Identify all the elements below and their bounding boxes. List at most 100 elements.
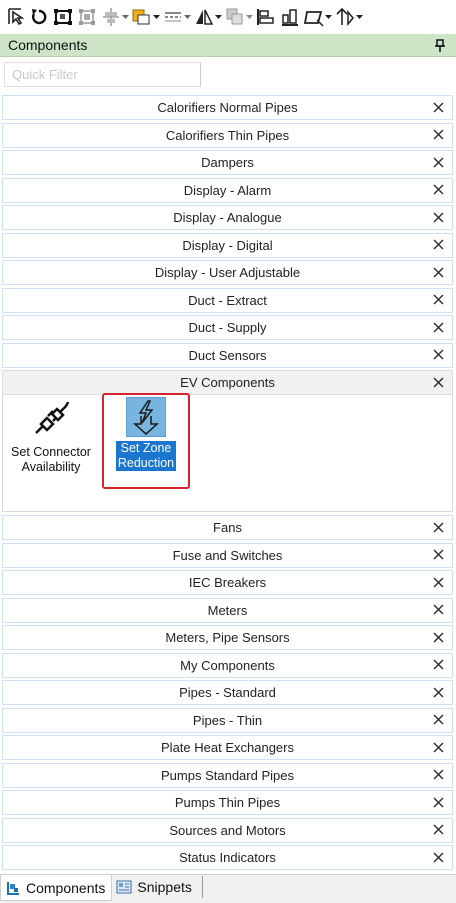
close-icon[interactable] [432,376,444,388]
select-arrow-icon[interactable] [4,4,26,30]
rotate-icon[interactable] [28,4,50,30]
group-label: Calorifiers Thin Pipes [165,127,290,143]
group-header-pumps-standard-pipes[interactable]: Pumps Standard Pipes [2,762,453,788]
group-header-calorifiers-normal-pipes[interactable]: Calorifiers Normal Pipes [2,95,453,120]
close-icon[interactable] [432,741,444,753]
group-header-pipes-standard[interactable]: Pipes - Standard [2,680,453,705]
close-icon[interactable] [432,686,444,698]
group-label: Plate Heat Exchangers [161,740,294,755]
align-left-icon[interactable] [255,4,277,30]
close-icon[interactable] [432,294,444,306]
fill-color-icon[interactable] [131,4,160,30]
close-icon[interactable] [432,769,444,781]
group-header-pumps-thin-pipes[interactable]: Pumps Thin Pipes [2,790,453,815]
panel-title: Components [8,37,88,53]
flip-vertical-icon[interactable] [334,4,363,30]
group-label: Fans [213,520,242,535]
close-icon[interactable] [432,521,444,533]
line-style-icon[interactable] [162,4,191,30]
component-set-zone-reduction[interactable]: Set Zone Reduction [102,393,190,489]
component-label-line2: Reduction [117,456,175,470]
component-set-connector-availability[interactable]: Set Connector Availability [5,397,97,475]
close-icon[interactable] [432,266,444,278]
group-header-display-alarm[interactable]: Display - Alarm [2,177,453,203]
group-label: Calorifiers Normal Pipes [157,100,298,115]
tab-components[interactable]: Components [0,875,113,901]
group-header-duct-extract[interactable]: Duct - Extract [2,287,453,313]
close-icon[interactable] [432,576,444,588]
close-icon[interactable] [432,631,444,643]
group-header-plate-heat-exchangers[interactable]: Plate Heat Exchangers [2,735,453,760]
group-header-dampers[interactable]: Dampers [2,150,453,175]
toolbar [0,0,456,34]
panel-title-bar: Components [0,34,456,57]
group-header-duct-sensors[interactable]: Duct Sensors [2,342,453,368]
bottom-tabs: Components Snippets [0,874,456,903]
close-icon[interactable] [432,184,444,196]
tab-label: Components [26,879,106,896]
tab-snippets[interactable]: Snippets [112,875,197,899]
align-right-icon[interactable] [279,4,301,30]
close-icon[interactable] [432,321,444,333]
group-label: Display - User Adjustable [154,265,301,280]
group-label: Status Indicators [179,850,276,865]
flip-icon[interactable] [193,4,222,30]
close-icon[interactable] [432,714,444,726]
group-label: Meters [207,602,248,618]
group-header-my-components[interactable]: My Components [2,652,453,678]
close-icon[interactable] [432,101,444,113]
components-panel-window: Components Calorifiers Normal PipesCalor… [0,0,456,903]
distribute-icon[interactable] [303,4,332,30]
component-label-line1: Set Connector [11,445,91,459]
close-icon[interactable] [432,796,444,808]
group-label: EV Components [180,375,275,390]
group-header-iec-breakers[interactable]: IEC Breakers [2,570,453,595]
components-icon [5,880,21,896]
snippets-icon [116,879,132,895]
group-header-fuse-and-switches[interactable]: Fuse and Switches [2,542,453,568]
close-icon[interactable] [432,604,444,616]
close-icon[interactable] [432,239,444,251]
quick-filter-input[interactable] [4,62,201,87]
close-icon[interactable] [432,349,444,361]
close-icon[interactable] [432,549,444,561]
filter-row [0,57,456,93]
group-header-display-user-adjustable[interactable]: Display - User Adjustable [2,260,453,285]
close-icon[interactable] [432,211,444,223]
group-header-display-analogue[interactable]: Display - Analogue [2,205,453,230]
pin-icon[interactable] [434,38,446,52]
group-header-sources-and-motors[interactable]: Sources and Motors [2,817,453,843]
group-header-duct-supply[interactable]: Duct - Supply [2,315,453,340]
close-icon[interactable] [432,129,444,141]
group-header-calorifiers-thin-pipes[interactable]: Calorifiers Thin Pipes [2,122,453,148]
group-label: Dampers [201,155,254,170]
component-groups: Calorifiers Normal Pipes Calorifiers Thin… [0,95,456,873]
group-header-fans[interactable]: Fans [2,515,453,540]
group-header-ev-components[interactable]: EV Components [2,370,453,395]
group-label: Display - Digital [182,237,273,253]
group-label: Display - Alarm [183,182,272,198]
tab-label: Snippets [137,879,192,895]
group-label: IEC Breakers [188,575,267,590]
group-icon[interactable] [76,4,98,30]
group-label: Duct - Extract [188,292,267,308]
group-header-status-indicators[interactable]: Status Indicators [2,845,453,870]
group-header-meters-pipe-sensors[interactable]: Meters, Pipe Sensors [2,625,453,650]
group-header-pipes-thin[interactable]: Pipes - Thin [2,707,453,733]
plug-connector-icon [30,397,72,439]
group-label: Duct Sensors [188,347,267,363]
component-label-line1: Set Zone [120,441,172,455]
tab-separator [201,876,203,898]
close-icon[interactable] [432,156,444,168]
group-header-meters[interactable]: Meters [2,597,453,623]
group-header-display-digital[interactable]: Display - Digital [2,232,453,258]
group-label: Meters, Pipe Sensors [165,630,290,645]
align-icon[interactable] [100,4,129,30]
crop-frame-icon[interactable] [52,4,74,30]
close-icon[interactable] [432,851,444,863]
close-icon[interactable] [432,824,444,836]
arrange-icon[interactable] [224,4,253,30]
close-icon[interactable] [432,659,444,671]
group-label: My Components [180,657,275,673]
group-label: Pipes - Thin [192,712,263,728]
